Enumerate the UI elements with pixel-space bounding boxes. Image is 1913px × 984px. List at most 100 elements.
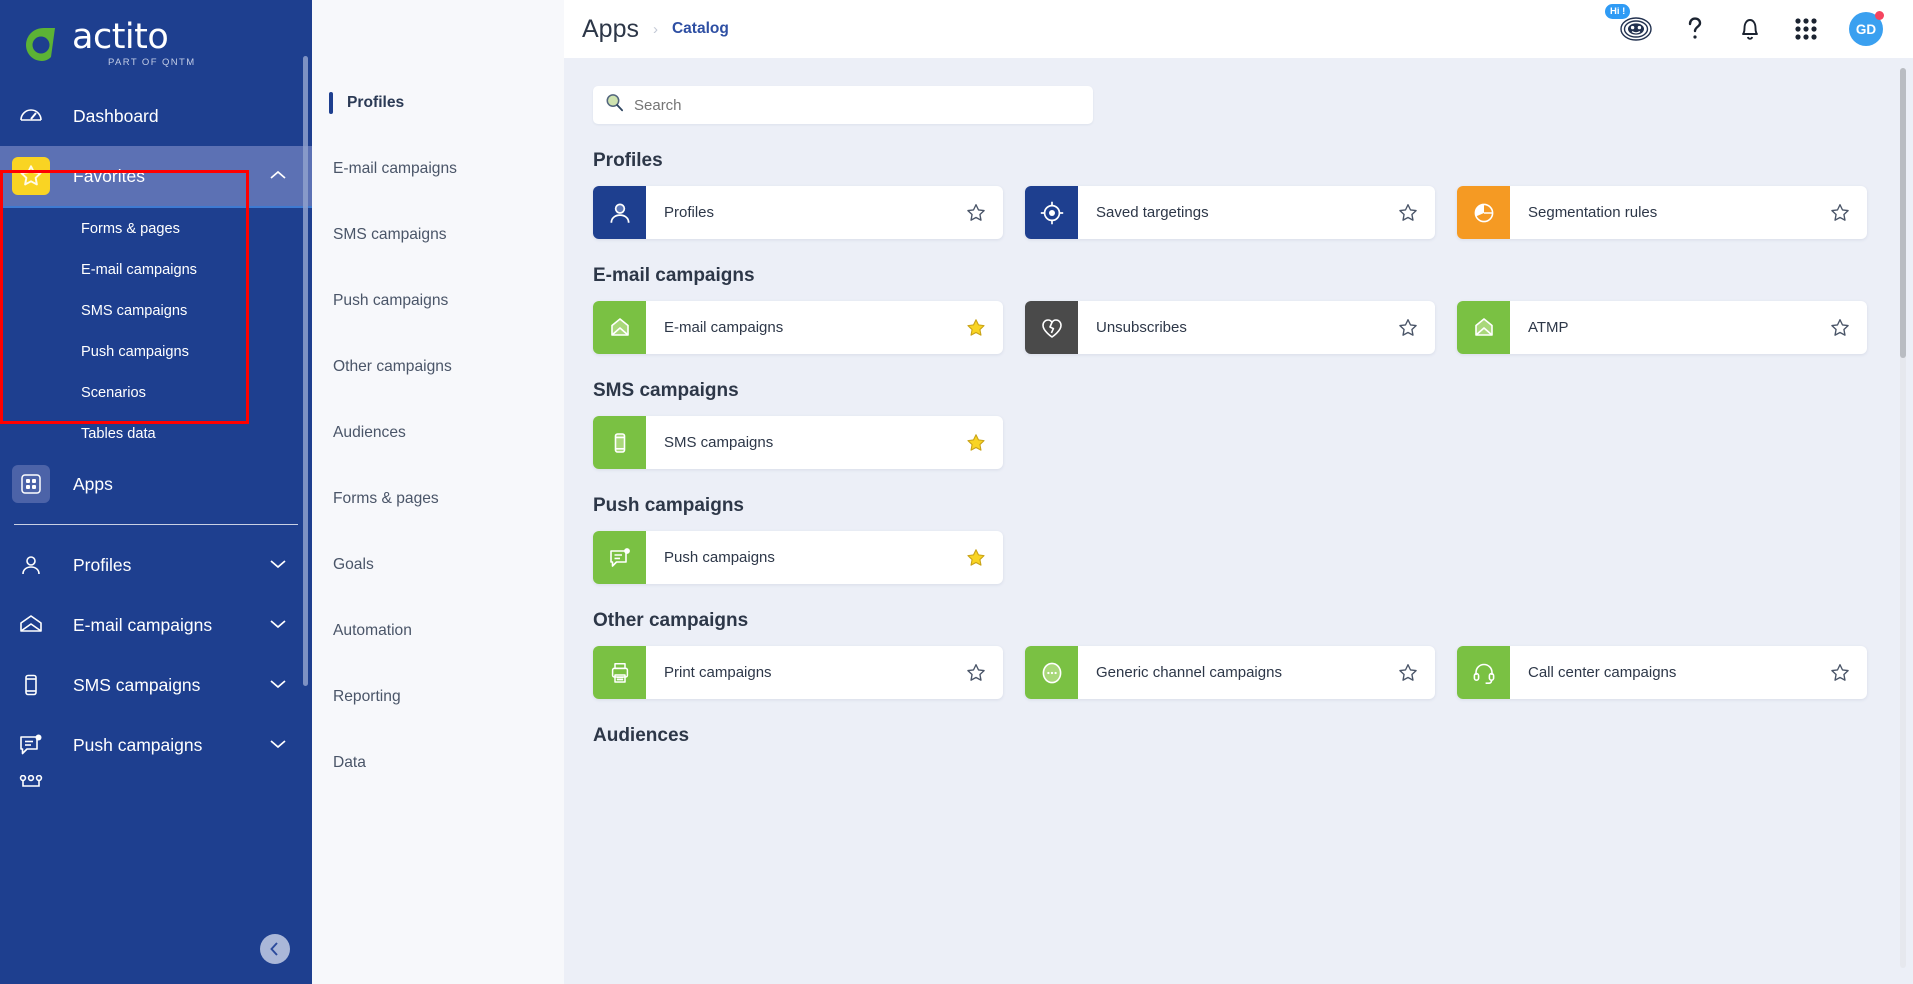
breadcrumb: Apps › Catalog — [564, 15, 729, 44]
favorite-star-icon[interactable] — [1397, 317, 1419, 339]
person-icon — [12, 546, 50, 584]
favorite-star-icon[interactable] — [1829, 317, 1851, 339]
subnav-item-sms-campaigns[interactable]: SMS campaigns — [312, 202, 564, 268]
ellipsis-circle-icon — [1025, 646, 1078, 699]
favorite-star-icon[interactable] — [1829, 662, 1851, 684]
subnav-item-email-campaigns[interactable]: E-mail campaigns — [312, 136, 564, 202]
app-card-profiles[interactable]: Profiles — [593, 186, 1003, 239]
brand-logo[interactable]: actito PART OF QNTM — [0, 0, 312, 86]
app-card-unsubscribes[interactable]: Unsubscribes — [1025, 301, 1435, 354]
avatar-initials: GD — [1855, 21, 1877, 37]
favorites-subitem-email-campaigns[interactable]: E-mail campaigns — [0, 249, 312, 290]
sidebar-item-email-campaigns[interactable]: E-mail campaigns — [0, 595, 312, 655]
app-card-segmentation-rules[interactable]: Segmentation rules — [1457, 186, 1867, 239]
phone-icon — [593, 416, 646, 469]
subnav-item-automation[interactable]: Automation — [312, 598, 564, 664]
favorite-star-icon-active[interactable] — [965, 317, 987, 339]
subnav-item-goals[interactable]: Goals — [312, 532, 564, 598]
subnav-item-profiles-label: Profiles — [347, 94, 405, 111]
subnav-item-profiles[interactable]: Profiles — [312, 70, 564, 136]
subnav-item-audiences[interactable]: Audiences — [312, 400, 564, 466]
sidebar-item-email-campaigns-label: E-mail campaigns — [73, 614, 213, 635]
favorite-star-icon[interactable] — [1397, 662, 1419, 684]
sidebar-item-push-campaigns[interactable]: Push campaigns — [0, 715, 312, 775]
breadcrumb-link-catalog[interactable]: Catalog — [672, 20, 729, 38]
push-message-icon — [12, 726, 50, 764]
favorite-star-icon[interactable] — [1829, 202, 1851, 224]
envelope-icon — [593, 301, 646, 354]
subnav-item-goals-label: Goals — [333, 556, 374, 573]
subnav-item-reporting[interactable]: Reporting — [312, 664, 564, 730]
app-card-atmp[interactable]: ATMP — [1457, 301, 1867, 354]
favorites-subitem-push-campaigns[interactable]: Push campaigns — [0, 331, 312, 372]
favorites-subitem-scenarios[interactable]: Scenarios — [0, 372, 312, 413]
sidebar-item-apps[interactable]: Apps — [0, 454, 312, 514]
section-title-email-campaigns: E-mail campaigns — [593, 265, 755, 286]
secondary-nav: Profiles E-mail campaigns SMS campaigns … — [312, 0, 564, 984]
main-scrollbar[interactable] — [1900, 68, 1906, 968]
chevron-down-icon[interactable] — [270, 556, 286, 574]
sidebar-item-partial[interactable] — [0, 775, 312, 795]
bell-icon[interactable] — [1737, 15, 1763, 43]
app-card-generic-channel-campaigns[interactable]: Generic channel campaigns — [1025, 646, 1435, 699]
app-card-print-campaigns[interactable]: Print campaigns — [593, 646, 1003, 699]
sidebar-collapse-button[interactable] — [260, 934, 290, 964]
app-card-label: Print campaigns — [664, 664, 772, 681]
app-card-label: Saved targetings — [1096, 204, 1209, 221]
favorite-star-icon[interactable] — [1397, 202, 1419, 224]
chevron-down-icon[interactable] — [270, 616, 286, 634]
top-bar-actions: Hi ! GD — [1605, 4, 1891, 46]
favorite-star-icon[interactable] — [965, 202, 987, 224]
search-input[interactable] — [634, 96, 1081, 114]
favorite-star-icon-active[interactable] — [965, 547, 987, 569]
subnav-item-push-campaigns[interactable]: Push campaigns — [312, 268, 564, 334]
chevron-down-icon[interactable] — [270, 736, 286, 754]
subnav-item-forms-pages[interactable]: Forms & pages — [312, 466, 564, 532]
sidebar-scrollbar[interactable] — [303, 56, 308, 686]
favorites-submenu: Forms & pages E-mail campaigns SMS campa… — [0, 206, 312, 454]
subnav-item-other-campaigns[interactable]: Other campaigns — [312, 334, 564, 400]
subnav-item-reporting-label: Reporting — [333, 688, 401, 705]
app-card-push-campaigns[interactable]: Push campaigns — [593, 531, 1003, 584]
question-mark-icon[interactable] — [1683, 15, 1707, 43]
favorites-subitem-forms-pages[interactable]: Forms & pages — [0, 208, 312, 249]
app-card-saved-targetings[interactable]: Saved targetings — [1025, 186, 1435, 239]
main-scrollbar-thumb[interactable] — [1900, 68, 1906, 358]
app-card-sms-campaigns[interactable]: SMS campaigns — [593, 416, 1003, 469]
subnav-item-push-campaigns-label: Push campaigns — [333, 292, 449, 309]
sidebar-item-sms-campaigns[interactable]: SMS campaigns — [0, 655, 312, 715]
app-card-label: SMS campaigns — [664, 434, 774, 451]
section-title-push-campaigns: Push campaigns — [593, 495, 744, 516]
app-card-call-center-campaigns[interactable]: Call center campaigns — [1457, 646, 1867, 699]
chevron-down-icon[interactable] — [270, 676, 286, 694]
brand-tagline: PART OF QNTM — [108, 57, 196, 68]
section-profiles: Profiles Profiles Saved targetings Segme… — [564, 150, 1913, 239]
favorites-subitem-tables-data[interactable]: Tables data — [0, 413, 312, 454]
chatbot-badge: Hi ! — [1605, 4, 1631, 19]
section-push-campaigns: Push campaigns Push campaigns — [564, 495, 1913, 584]
pie-chart-icon — [1457, 186, 1510, 239]
sidebar-item-profiles-label: Profiles — [73, 554, 132, 575]
sidebar-item-favorites[interactable]: Favorites — [0, 146, 312, 206]
subnav-item-data[interactable]: Data — [312, 730, 564, 796]
favorites-subitem-sms-campaigns[interactable]: SMS campaigns — [0, 290, 312, 331]
favorite-star-icon-active[interactable] — [965, 432, 987, 454]
app-root: actito PART OF QNTM Dashboard Favorites … — [0, 0, 1913, 984]
search-box[interactable] — [593, 86, 1093, 124]
broken-heart-icon — [1025, 301, 1078, 354]
subnav-item-sms-campaigns-label: SMS campaigns — [333, 226, 447, 243]
app-card-email-campaigns[interactable]: E-mail campaigns — [593, 301, 1003, 354]
sidebar-item-dashboard[interactable]: Dashboard — [0, 86, 312, 146]
chevron-up-icon[interactable] — [270, 167, 286, 185]
favorite-star-icon[interactable] — [965, 662, 987, 684]
subnav-item-forms-pages-label: Forms & pages — [333, 490, 439, 507]
star-icon — [12, 157, 50, 195]
printer-icon — [593, 646, 646, 699]
sidebar-item-profiles[interactable]: Profiles — [0, 535, 312, 595]
apps-grid-icon — [12, 465, 50, 503]
section-title-audiences: Audiences — [593, 725, 690, 746]
app-card-label: E-mail campaigns — [664, 319, 784, 336]
avatar[interactable]: GD — [1849, 11, 1884, 46]
chatbot-icon[interactable]: Hi ! — [1605, 4, 1653, 44]
apps-grid-icon[interactable] — [1793, 16, 1819, 42]
